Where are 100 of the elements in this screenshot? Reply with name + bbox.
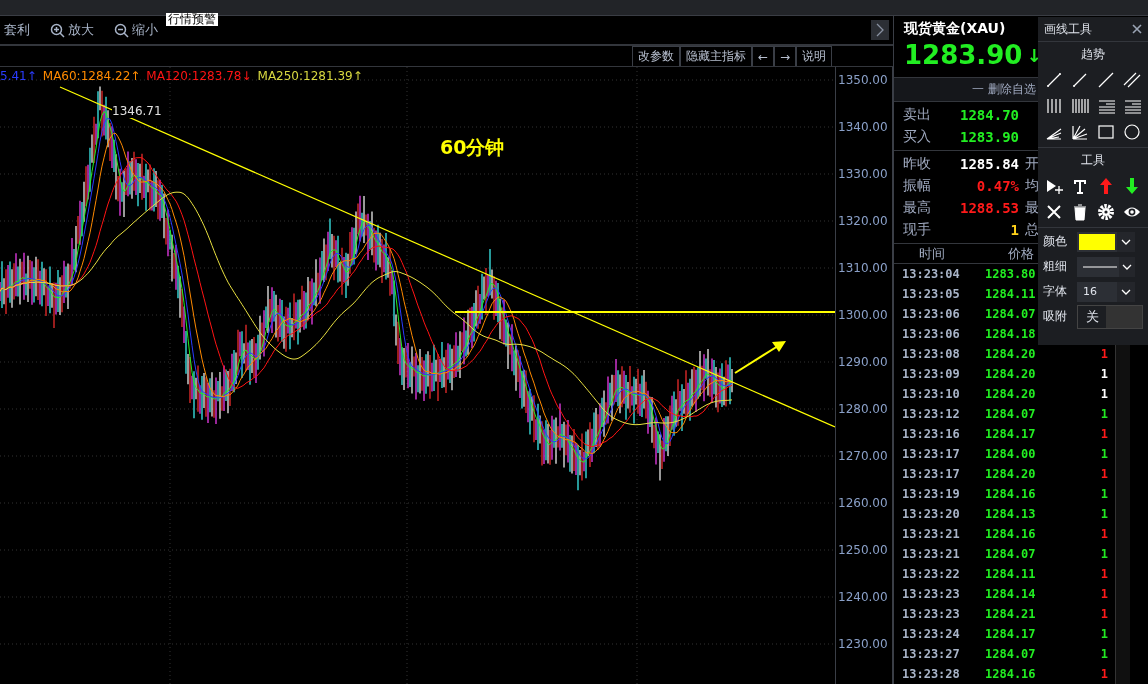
volume-cell-text: 1 bbox=[1099, 367, 1108, 381]
instrument-title: 现货黄金(XAU) bbox=[904, 20, 1006, 38]
field-label: 振幅 bbox=[903, 177, 932, 196]
price-cell: 1284.16 bbox=[985, 527, 1036, 541]
volume-cell-text: 1 bbox=[1099, 467, 1108, 481]
line-style-icon bbox=[1083, 264, 1117, 269]
circle-icon[interactable] bbox=[1123, 123, 1141, 141]
settings-icon[interactable] bbox=[1097, 203, 1115, 221]
axis-label: 1260.00 bbox=[838, 496, 888, 510]
field-label: 买入 bbox=[903, 128, 932, 147]
axis-label: 1340.00 bbox=[838, 120, 888, 134]
chart-button[interactable]: 隐藏主指标 bbox=[679, 46, 752, 66]
axis-label: 1240.00 bbox=[838, 590, 888, 604]
chart-button[interactable]: → bbox=[773, 46, 796, 66]
column-header: 价格 bbox=[1008, 244, 1034, 263]
volume-cell-text: 1 bbox=[1099, 627, 1108, 641]
field-value: 0.47% bbox=[975, 178, 1019, 195]
field-value: 1 bbox=[1009, 222, 1019, 239]
time-cell-text: 13:23:20 bbox=[901, 507, 961, 521]
snap-toggle[interactable]: 关 bbox=[1077, 304, 1143, 329]
price-cell: 1284.11 bbox=[985, 287, 1036, 301]
rectangle-icon[interactable] bbox=[1097, 123, 1115, 141]
trend-line[interactable] bbox=[59, 86, 835, 428]
horizontal-grid-icon[interactable] bbox=[1123, 97, 1141, 115]
panel-title: 画线工具 bbox=[1044, 20, 1092, 38]
select-cursor-icon[interactable] bbox=[1045, 177, 1063, 195]
field-label: 均 bbox=[1025, 177, 1039, 196]
time-cell-text: 13:23:28 bbox=[901, 667, 961, 681]
line-width-dropdown[interactable] bbox=[1077, 256, 1135, 277]
price-cell: 1284.20 bbox=[985, 347, 1036, 361]
time-cell-text: 13:23:04 bbox=[901, 267, 961, 281]
vertical-lines-icon[interactable] bbox=[1045, 97, 1063, 115]
volume-cell-text: 1 bbox=[1099, 347, 1108, 361]
price-cell: 1284.13 bbox=[985, 507, 1036, 521]
text-tool-icon[interactable] bbox=[1071, 177, 1089, 195]
axis-label: 1330.00 bbox=[838, 167, 888, 181]
indicator-value: MA60:1284.22↑ bbox=[42, 69, 141, 83]
setting-label: 粗细 bbox=[1043, 258, 1068, 275]
field-label: 总 bbox=[1025, 221, 1039, 240]
price-cell: 1284.07 bbox=[985, 647, 1036, 661]
close-icon[interactable] bbox=[1045, 203, 1063, 221]
price-cell: 1284.17 bbox=[985, 427, 1036, 441]
parallel-lines-icon[interactable] bbox=[1123, 71, 1141, 89]
chart-button[interactable]: 改参数 bbox=[631, 46, 680, 66]
field-label: 开 bbox=[1025, 155, 1039, 174]
field-value: 1285.84 bbox=[959, 156, 1019, 173]
field-label: 最 bbox=[1025, 199, 1039, 218]
time-cell-text: 13:23:22 bbox=[901, 567, 961, 581]
font-size-dropdown[interactable]: 16 bbox=[1077, 281, 1135, 302]
toolbar-button[interactable]: 套利 bbox=[4, 21, 30, 39]
chevron-down-icon bbox=[1121, 288, 1131, 295]
chevron-right-icon bbox=[876, 23, 884, 37]
chart-button[interactable]: 说明 bbox=[796, 46, 832, 66]
time-cell-text: 13:23:10 bbox=[901, 387, 961, 401]
expand-button[interactable] bbox=[871, 20, 889, 40]
field-value: 1288.53 bbox=[959, 200, 1019, 217]
down-arrow-icon[interactable] bbox=[1123, 177, 1141, 195]
dense-vertical-lines-icon[interactable] bbox=[1071, 97, 1089, 115]
arrow[interactable] bbox=[734, 341, 786, 374]
up-arrow-icon[interactable] bbox=[1097, 177, 1115, 195]
chart-button[interactable]: ← bbox=[751, 46, 774, 66]
field-label: 昨收 bbox=[903, 155, 932, 174]
color-dropdown[interactable] bbox=[1077, 231, 1135, 252]
remove-watchlist-link[interactable]: 一 删除自选 bbox=[972, 81, 1036, 99]
time-cell-text: 13:23:05 bbox=[901, 287, 961, 301]
zoom-in-icon bbox=[50, 22, 65, 38]
field-value: 1283.90 bbox=[959, 129, 1019, 146]
close-icon[interactable] bbox=[1132, 24, 1142, 34]
setting-label: 颜色 bbox=[1043, 233, 1068, 250]
price-cell: 1284.14 bbox=[985, 587, 1036, 601]
period-label: 60分钟 bbox=[440, 135, 505, 160]
price-cell: 1284.16 bbox=[985, 487, 1036, 501]
section-heading: 趋势 bbox=[1080, 46, 1106, 63]
price-cell: 1284.07 bbox=[985, 547, 1036, 561]
chevron-down-icon bbox=[1122, 263, 1132, 270]
axis-label: 1250.00 bbox=[838, 543, 888, 557]
zoom-out-button[interactable]: 缩小 bbox=[114, 21, 158, 39]
time-cell-text: 13:23:21 bbox=[901, 527, 961, 541]
setting-label: 吸附 bbox=[1043, 308, 1068, 325]
ray-line-icon[interactable] bbox=[1071, 71, 1089, 89]
price-cell: 1284.18 bbox=[985, 327, 1036, 341]
time-cell-text: 13:23:16 bbox=[901, 427, 961, 441]
field-label: 现手 bbox=[903, 221, 932, 240]
time-cell-text: 13:23:12 bbox=[901, 407, 961, 421]
segment-line-icon[interactable] bbox=[1045, 71, 1063, 89]
section-heading: 工具 bbox=[1081, 153, 1105, 167]
axis-label: 1230.00 bbox=[838, 637, 888, 651]
time-cell-text: 13:23:06 bbox=[901, 307, 961, 321]
change-arrow: ↓ bbox=[1026, 44, 1042, 66]
horizontal-levels-icon[interactable] bbox=[1097, 97, 1115, 115]
zoom-in-button[interactable]: 放大 bbox=[50, 21, 94, 39]
straight-line-icon[interactable] bbox=[1097, 71, 1115, 89]
chevron-down-icon bbox=[1121, 238, 1131, 245]
trash-icon[interactable] bbox=[1071, 203, 1089, 221]
axis-label: 1290.00 bbox=[838, 355, 888, 369]
indicator-value: MA250:1281.39↑ bbox=[257, 69, 363, 83]
time-cell-text: 13:23:17 bbox=[901, 447, 961, 461]
fan-rays-icon[interactable] bbox=[1071, 123, 1089, 141]
price-cell: 1284.11 bbox=[985, 567, 1036, 581]
volume-cell-text: 1 bbox=[1099, 587, 1108, 601]
